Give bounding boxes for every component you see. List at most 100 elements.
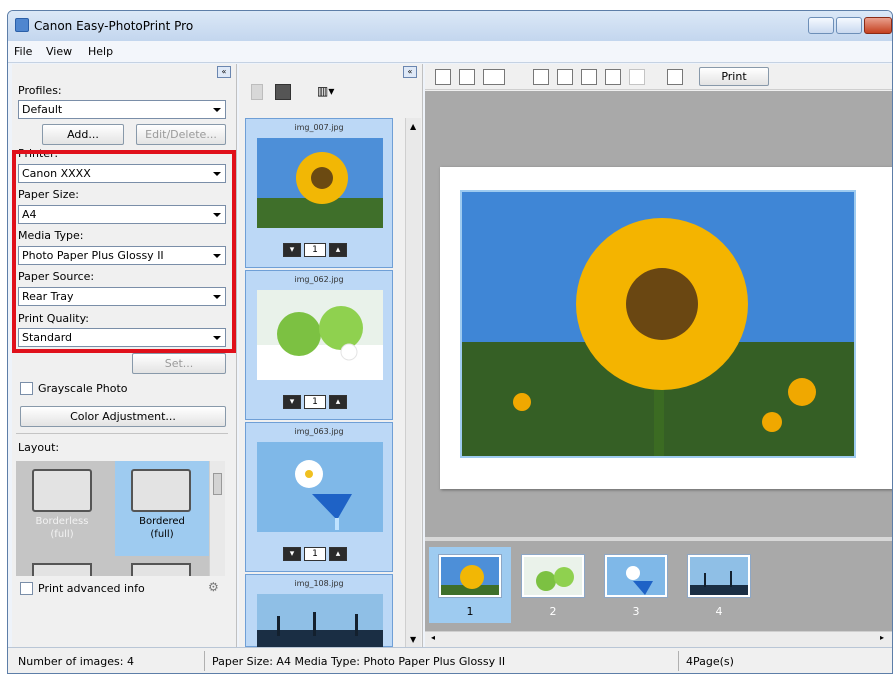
bordered-layout-icon <box>131 469 191 512</box>
window-title: Canon Easy-PhotoPrint Pro <box>34 19 194 33</box>
sunflower-preview-image[interactable] <box>460 190 856 458</box>
edit-delete-button[interactable]: Edit/Delete... <box>136 124 226 145</box>
bordered-name: Bordered <box>139 516 185 527</box>
select-all-icon[interactable] <box>251 84 263 100</box>
apples-thumb <box>257 290 383 380</box>
color-adjustment-button[interactable]: Color Adjustment... <box>20 406 226 427</box>
page-number: 3 <box>632 605 640 618</box>
scroll-left-icon[interactable]: ◂ <box>431 633 435 642</box>
page-thumb-2[interactable] <box>522 555 584 597</box>
image-item[interactable]: img_062.jpg ▾ 1 ▴ <box>245 270 393 420</box>
grayscale-checkbox[interactable] <box>20 382 33 395</box>
layout-label: Layout: <box>18 441 60 454</box>
layout-icon[interactable] <box>32 563 92 576</box>
copies-count[interactable]: 1 <box>304 547 326 561</box>
scrollbar-thumb[interactable] <box>213 473 222 495</box>
divider <box>16 433 228 434</box>
strip-scrollbar[interactable]: ◂ ▸ <box>425 631 892 647</box>
divider <box>678 651 679 671</box>
copies-count[interactable]: 1 <box>304 395 326 409</box>
minimize-button[interactable] <box>808 17 834 34</box>
borderless-layout-icon[interactable] <box>32 469 92 512</box>
view-mode-icon[interactable]: ▥▾ <box>317 84 341 100</box>
print-advanced-checkbox[interactable] <box>20 582 33 595</box>
profile-value: Default <box>22 103 63 116</box>
preview-canvas <box>425 91 892 537</box>
increase-copies-icon[interactable]: ▴ <box>329 243 347 257</box>
layout-scrollbar[interactable] <box>209 461 225 576</box>
menu-view[interactable]: View <box>46 45 72 58</box>
maximize-button[interactable] <box>836 17 862 34</box>
print-advanced-label: Print advanced info <box>38 582 145 595</box>
image-filename: img_007.jpg <box>294 123 344 132</box>
status-bar: Number of images: 4 Paper Size: A4 Media… <box>8 647 892 673</box>
collapse-middle-icon[interactable]: « <box>403 66 417 78</box>
status-page-count: 4Page(s) <box>686 655 734 668</box>
layout-tool-icon[interactable] <box>605 69 621 85</box>
page-strip: 1 2 3 4 ◂ ▸ <box>425 537 892 647</box>
decrease-copies-icon[interactable]: ▾ <box>283 395 301 409</box>
page-thumb-4[interactable] <box>688 555 750 597</box>
page-number: 1 <box>466 605 474 618</box>
collapse-left-icon[interactable]: « <box>217 66 231 78</box>
add-profile-button[interactable]: Add... <box>42 124 124 145</box>
layout-icon[interactable] <box>131 563 191 576</box>
zoom-icon[interactable] <box>581 69 597 85</box>
status-paper-info: Paper Size: A4 Media Type: Photo Paper P… <box>212 655 506 668</box>
settings-gear-icon[interactable]: ⚙ <box>208 580 224 594</box>
deselect-icon[interactable] <box>275 84 291 100</box>
print-preview-icon[interactable] <box>667 69 683 85</box>
preview-panel: Print 1 2 3 4 ◂ ▸ <box>425 64 892 647</box>
scroll-up-icon[interactable]: ▲ <box>410 122 416 131</box>
close-button[interactable] <box>864 17 892 34</box>
preview-toolbar: Print <box>425 64 892 90</box>
image-list-scrollbar[interactable]: ▲ ▼ <box>405 118 421 647</box>
image-filename: img_062.jpg <box>294 275 344 284</box>
print-button[interactable]: Print <box>699 67 769 86</box>
bordered-layout-item[interactable]: Bordered (full) <box>115 461 209 556</box>
rotate-left-icon[interactable] <box>533 69 549 85</box>
palms-thumb <box>257 594 383 648</box>
scroll-right-icon[interactable]: ▸ <box>880 633 884 642</box>
quality-set-button[interactable]: Set... <box>132 353 226 374</box>
image-item[interactable]: img_108.jpg <box>245 574 393 648</box>
page-icon[interactable] <box>435 69 451 85</box>
paper-page <box>440 167 892 489</box>
borderless-name: Borderless <box>35 516 89 527</box>
grayscale-label: Grayscale Photo <box>38 382 128 395</box>
profiles-label: Profiles: <box>18 84 62 97</box>
dropdown-arrow-icon <box>213 108 221 112</box>
sunflower-thumb <box>257 138 383 228</box>
profiles-select[interactable]: Default <box>18 100 226 119</box>
menu-file[interactable]: File <box>14 45 32 58</box>
divider <box>204 651 205 671</box>
menu-help[interactable]: Help <box>88 45 113 58</box>
decrease-copies-icon[interactable]: ▾ <box>283 547 301 561</box>
decrease-copies-icon[interactable]: ▾ <box>283 243 301 257</box>
flower-glass-thumb <box>257 442 383 532</box>
app-icon <box>15 18 29 32</box>
image-filename: img_063.jpg <box>294 427 344 436</box>
image-item[interactable]: img_007.jpg ▾ 1 ▴ <box>245 118 393 268</box>
page-number: 4 <box>715 605 723 618</box>
scroll-down-icon[interactable]: ▼ <box>410 635 416 644</box>
increase-copies-icon[interactable]: ▴ <box>329 547 347 561</box>
layout-list: Borderless (full) Bordered (full) <box>16 461 209 576</box>
status-image-count: Number of images: 4 <box>18 655 134 668</box>
settings-panel: « Profiles: Default Add... Edit/Delete..… <box>12 64 237 647</box>
copies-count[interactable]: 1 <box>304 243 326 257</box>
menu-bar: File View Help <box>8 41 892 63</box>
increase-copies-icon[interactable]: ▴ <box>329 395 347 409</box>
borderless-sub: (full) <box>50 529 74 540</box>
crop-icon[interactable] <box>629 69 645 85</box>
page-thumb-3[interactable] <box>605 555 667 597</box>
highlight-box <box>12 150 236 353</box>
bordered-sub: (full) <box>150 529 174 540</box>
rotate-right-icon[interactable] <box>557 69 573 85</box>
image-item[interactable]: img_063.jpg ▾ 1 ▴ <box>245 422 393 572</box>
page-number: 2 <box>549 605 557 618</box>
import-icon[interactable] <box>459 69 475 85</box>
image-filename: img_108.jpg <box>294 579 344 588</box>
rotate-menu-icon[interactable] <box>483 69 505 85</box>
page-thumb-1[interactable] <box>439 555 501 597</box>
